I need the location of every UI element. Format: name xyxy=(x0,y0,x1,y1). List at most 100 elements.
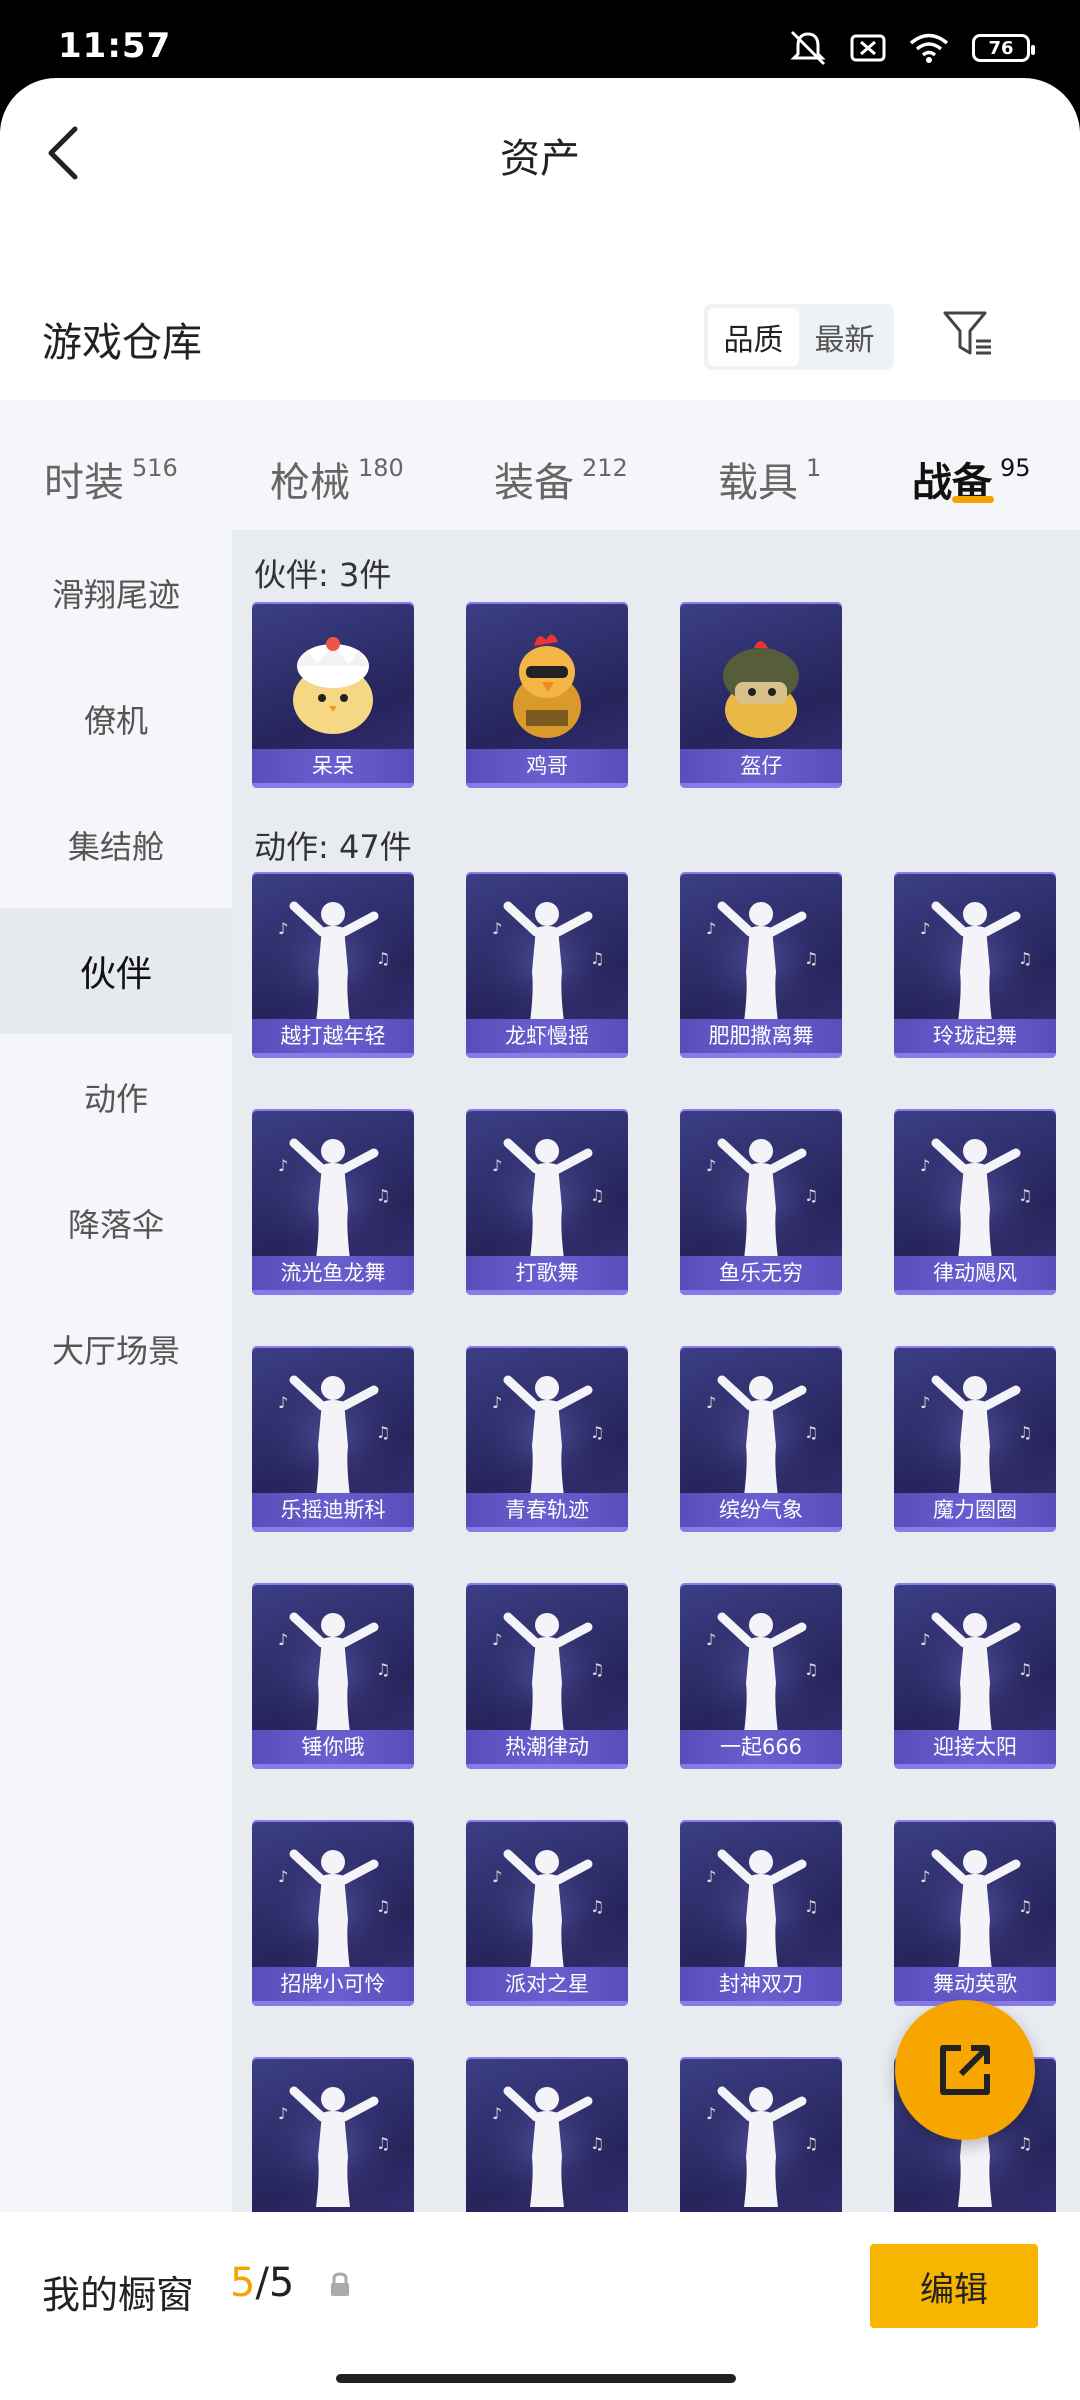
svg-text:♪: ♪ xyxy=(920,1156,930,1175)
action-name: 龙虾慢摇 xyxy=(466,1019,628,1053)
action-card[interactable]: ♪ ♫ 肥肥撒离舞 xyxy=(680,872,842,1058)
action-card[interactable]: ♪ ♫ 锤你哦 xyxy=(252,1583,414,1769)
dancer-figure: ♪♫ xyxy=(466,1346,628,1496)
action-name: 锤你哦 xyxy=(252,1730,414,1764)
partner-card[interactable]: 呆呆 xyxy=(252,602,414,788)
sort-by-newest[interactable]: 最新 xyxy=(799,308,890,366)
svg-text:♫: ♫ xyxy=(590,949,604,968)
sidebar-item-rally-pod[interactable]: 集结舱 xyxy=(0,782,232,908)
lock-icon xyxy=(331,2272,349,2296)
svg-text:♪: ♪ xyxy=(492,919,502,938)
svg-text:♪: ♪ xyxy=(278,2104,288,2123)
tab-label: 枪械 xyxy=(270,460,350,506)
svg-text:♪: ♪ xyxy=(706,1393,716,1412)
svg-text:♪: ♪ xyxy=(492,1630,502,1649)
action-card[interactable]: ♪ ♫ 龙虾慢摇 xyxy=(466,872,628,1058)
dancer-figure: ♪♫ xyxy=(894,1583,1056,1733)
svg-text:♫: ♫ xyxy=(590,1660,604,1679)
action-card[interactable]: ♪ ♫ 招牌小可怜 xyxy=(252,1820,414,2006)
svg-text:♪: ♪ xyxy=(278,1630,288,1649)
action-card[interactable]: ♪ ♫ 律动飓风 xyxy=(894,1109,1056,1295)
svg-text:♪: ♪ xyxy=(920,919,930,938)
action-name: 缤纷气象 xyxy=(680,1493,842,1527)
action-card[interactable]: ♪ ♫ 打歌舞 xyxy=(466,1109,628,1295)
action-name: 鱼乐无穷 xyxy=(680,1256,842,1290)
action-name: 打歌舞 xyxy=(466,1256,628,1290)
dancer-figure: ♪♫ xyxy=(252,1109,414,1259)
category-tabs: 时装 516 枪械 180 装备 212 载具 1 战备 95 xyxy=(0,400,1080,530)
dancer-figure: ♪♫ xyxy=(466,1583,628,1733)
action-card[interactable]: ♪♫ xyxy=(252,2057,414,2212)
tab-count: 95 xyxy=(1000,454,1031,482)
showcase-label: 我的橱窗 xyxy=(42,2273,195,2317)
action-card[interactable]: ♪ ♫ 缤纷气象 xyxy=(680,1346,842,1532)
dancer-figure: ♪♫ xyxy=(466,872,628,1022)
external-link-icon xyxy=(940,2045,990,2095)
mute-icon xyxy=(790,30,826,66)
dancer-figure: ♪♫ xyxy=(894,1109,1056,1259)
action-card[interactable]: ♪ ♫ 舞动英歌 xyxy=(894,1820,1056,2006)
svg-text:♪: ♪ xyxy=(920,1630,930,1649)
svg-text:♫: ♫ xyxy=(804,1423,818,1442)
svg-text:♫: ♫ xyxy=(804,2134,818,2153)
action-card[interactable]: ♪♫ xyxy=(466,2057,628,2212)
dancer-figure: ♪♫ xyxy=(466,1820,628,1970)
action-card[interactable]: ♪ ♫ 热潮律动 xyxy=(466,1583,628,1769)
tab-equipment[interactable]: 装备 212 xyxy=(494,450,628,508)
sidebar-item-partner[interactable]: 伙伴 xyxy=(0,908,232,1034)
action-name: 流光鱼龙舞 xyxy=(252,1256,414,1290)
svg-text:♪: ♪ xyxy=(706,2104,716,2123)
showcase-current: 5 xyxy=(230,2260,256,2306)
sidebar-item-lobby-scene[interactable]: 大厅场景 xyxy=(0,1286,232,1412)
sidebar-item-action[interactable]: 动作 xyxy=(0,1034,232,1160)
action-card[interactable]: ♪ ♫ 派对之星 xyxy=(466,1820,628,2006)
tab-vehicles[interactable]: 载具 1 xyxy=(718,450,821,508)
tab-count: 1 xyxy=(806,454,822,482)
tab-count: 516 xyxy=(132,454,178,482)
action-card[interactable]: ♪ ♫ 魔力圈圈 xyxy=(894,1346,1056,1532)
svg-text:♫: ♫ xyxy=(376,1660,390,1679)
action-card[interactable]: ♪ ♫ 封神双刀 xyxy=(680,1820,842,2006)
sort-by-quality[interactable]: 品质 xyxy=(708,308,799,366)
action-card[interactable]: ♪ ♫ 流光鱼龙舞 xyxy=(252,1109,414,1295)
svg-text:♫: ♫ xyxy=(804,949,818,968)
svg-text:♪: ♪ xyxy=(492,1867,502,1886)
tab-label: 载具 xyxy=(718,460,798,506)
showcase-count: 5/5 xyxy=(230,2260,294,2306)
sidebar-item-parachute[interactable]: 降落伞 xyxy=(0,1160,232,1286)
action-card[interactable]: ♪ ♫ 一起666 xyxy=(680,1583,842,1769)
svg-text:♪: ♪ xyxy=(278,1156,288,1175)
action-card[interactable]: ♪ ♫ 迎接太阳 xyxy=(894,1583,1056,1769)
action-name: 肥肥撒离舞 xyxy=(680,1019,842,1053)
tab-fashion[interactable]: 时装 516 xyxy=(44,450,178,508)
edit-button[interactable]: 编辑 xyxy=(870,2244,1038,2328)
partner-card[interactable]: 盔仔 xyxy=(680,602,843,788)
filter-icon xyxy=(943,311,991,355)
tab-guns[interactable]: 枪械 180 xyxy=(270,450,404,508)
action-card[interactable]: ♪ ♫ 青春轨迹 xyxy=(466,1346,628,1532)
action-name: 乐摇迪斯科 xyxy=(252,1493,414,1527)
svg-text:♪: ♪ xyxy=(278,1393,288,1412)
action-card[interactable]: ♪♫ xyxy=(680,2057,842,2212)
svg-text:♪: ♪ xyxy=(920,1393,930,1412)
partner-card[interactable]: 鸡哥 xyxy=(466,602,629,788)
action-card[interactable]: ♪ ♫ 乐摇迪斯科 xyxy=(252,1346,414,1532)
dancer-figure: ♪♫ xyxy=(466,1109,628,1259)
sidebar-item-wingman[interactable]: 僚机 xyxy=(0,656,232,782)
action-card[interactable]: ♪ ♫ 鱼乐无穷 xyxy=(680,1109,842,1295)
partner-name: 盔仔 xyxy=(680,749,843,783)
warehouse-title: 游戏仓库 xyxy=(42,320,202,366)
svg-text:♪: ♪ xyxy=(706,1630,716,1649)
action-card[interactable]: ♪ ♫ 越打越年轻 xyxy=(252,872,414,1058)
home-indicator xyxy=(336,2374,736,2383)
partner-name: 鸡哥 xyxy=(466,749,629,783)
svg-text:♪: ♪ xyxy=(706,1867,716,1886)
actions-section-title: 动作: 47件 xyxy=(254,828,412,866)
action-name: 封神双刀 xyxy=(680,1967,842,2001)
svg-text:♫: ♫ xyxy=(376,1423,390,1442)
sidebar-item-glide-trail[interactable]: 滑翔尾迹 xyxy=(0,530,232,656)
filter-button[interactable] xyxy=(936,302,1000,366)
action-card[interactable]: ♪ ♫ 玲珑起舞 xyxy=(894,872,1056,1058)
share-button[interactable] xyxy=(895,2000,1035,2140)
svg-text:♫: ♫ xyxy=(376,1186,390,1205)
